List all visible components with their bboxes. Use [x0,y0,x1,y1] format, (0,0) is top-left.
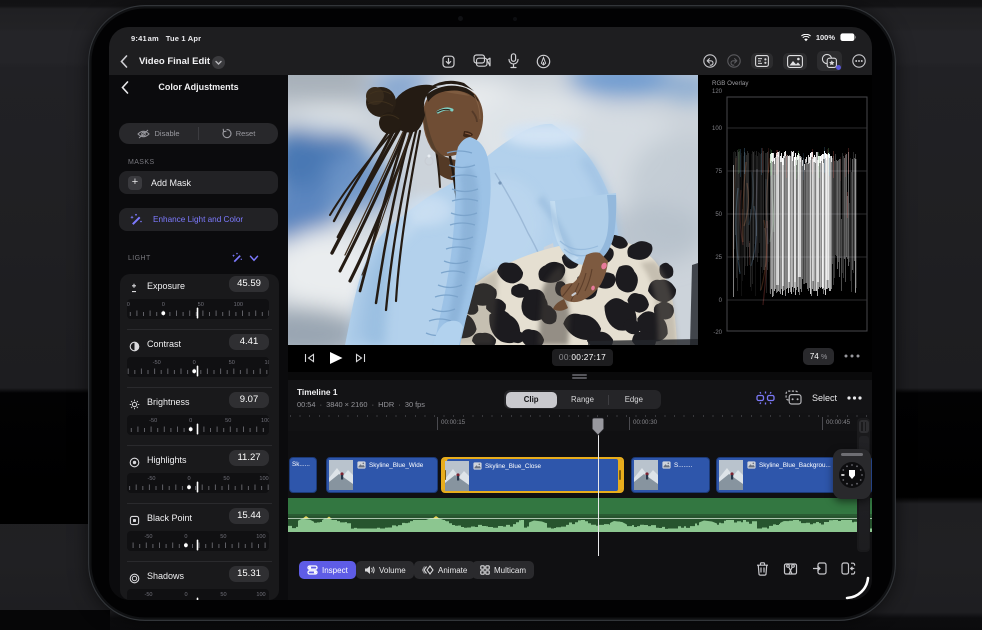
svg-text:50: 50 [225,418,231,424]
svg-text:75: 75 [715,169,722,175]
svg-text:-50: -50 [149,418,157,424]
svg-text:-50: -50 [153,360,161,366]
svg-text:0: 0 [189,418,192,424]
svg-text:25: 25 [715,255,722,261]
svg-text:0: 0 [187,476,190,482]
svg-text:RGB Overlay: RGB Overlay [712,80,749,87]
svg-text:100: 100 [256,592,265,598]
svg-text:100: 100 [261,418,269,424]
svg-text:50: 50 [715,212,722,218]
svg-text:50: 50 [223,476,229,482]
svg-text:0: 0 [719,298,723,304]
svg-text:0: 0 [184,534,187,540]
svg-text:100: 100 [259,476,268,482]
svg-text:50: 50 [220,534,226,540]
svg-text:0: 0 [162,302,165,308]
svg-text:-20: -20 [713,330,722,336]
svg-text:-50: -50 [144,534,152,540]
svg-text:50: 50 [198,302,204,308]
svg-text:0: 0 [193,360,196,366]
svg-text:-50: -50 [127,302,130,308]
svg-text:100: 100 [712,126,723,132]
svg-text:-50: -50 [147,476,155,482]
svg-text:100: 100 [265,360,269,366]
svg-text:50: 50 [220,592,226,598]
svg-text:100: 100 [256,534,265,540]
svg-text:-50: -50 [144,592,152,598]
svg-text:100: 100 [234,302,243,308]
svg-text:0: 0 [184,592,187,598]
svg-text:50: 50 [229,360,235,366]
svg-text:120: 120 [712,89,723,95]
